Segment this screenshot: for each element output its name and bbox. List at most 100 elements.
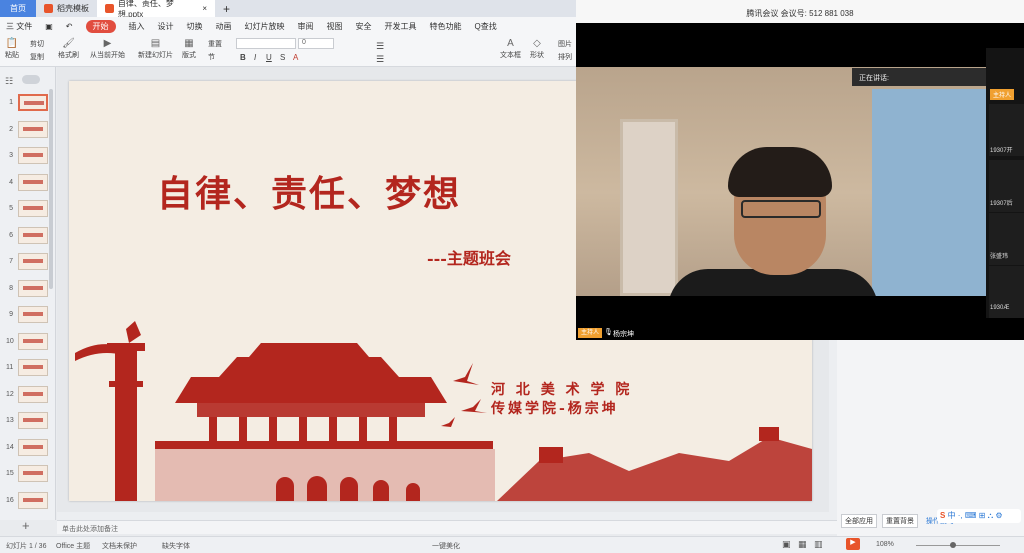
italic-button[interactable]: I [254, 53, 256, 62]
tab-home[interactable]: 首页 [0, 0, 36, 17]
slide-thumbnail[interactable]: 9 [6, 306, 48, 323]
meeting-title-bar: 腾讯会议 会议号: 512 881 038 [576, 0, 1024, 23]
add-slide-button[interactable]: + [22, 518, 30, 533]
menu-file[interactable]: 三 文件 [6, 21, 32, 32]
normal-view-icon[interactable]: ▣ [782, 539, 791, 550]
slide-thumbnail[interactable]: 1 [6, 94, 48, 111]
menu-special[interactable]: 特色功能 [430, 21, 462, 32]
reading-view-icon[interactable]: ▥ [814, 539, 823, 550]
slide-thumbnail-image [18, 332, 48, 350]
menu-design[interactable]: 设计 [158, 21, 174, 32]
menu-search[interactable]: Q查找 [475, 21, 497, 32]
arrange-button[interactable]: 排列 [558, 52, 572, 62]
underline-button[interactable]: U [266, 53, 272, 62]
align-left-icon[interactable]: ☰ [376, 54, 384, 65]
zoom-slider-thumb[interactable] [950, 542, 956, 548]
play-from-current-button[interactable]: ▶ 从当前开始 [90, 38, 125, 60]
section-button[interactable]: 节 [208, 52, 215, 62]
slideshow-play-button[interactable]: ▶ [846, 538, 860, 550]
reset-button[interactable]: 重置 [208, 39, 222, 49]
layout-button[interactable]: ▦ 版式 [182, 38, 196, 60]
slide-thumbnail-image [18, 385, 48, 403]
slide-thumbnail[interactable]: 5 [6, 200, 48, 217]
menu-slideshow[interactable]: 幻灯片放映 [245, 21, 285, 32]
menu-security[interactable]: 安全 [356, 21, 372, 32]
strike-button[interactable]: S [280, 53, 285, 62]
menu-transition[interactable]: 切换 [187, 21, 203, 32]
slide-count: 幻灯片 1 / 36 [6, 543, 47, 550]
menu-view[interactable]: 视图 [327, 21, 343, 32]
font-name-input[interactable] [236, 38, 296, 49]
menu-insert[interactable]: 插入 [129, 21, 145, 32]
slide-thumbnail-number: 4 [9, 178, 13, 186]
undo-icon[interactable]: ↶ [66, 22, 73, 31]
brush-icon: 🖌 [62, 38, 75, 49]
new-tab-button[interactable]: + [215, 0, 238, 17]
slide-thumbnail[interactable]: 7 [6, 253, 48, 270]
notes-area[interactable]: 单击此处添加备注 [57, 520, 837, 534]
format-painter-button[interactable]: 🖌 格式刷 [58, 38, 79, 60]
slide-thumbnail-number: 7 [9, 258, 13, 265]
slide-thumbnail[interactable]: 16 [6, 491, 48, 509]
menu-animation[interactable]: 动画 [216, 21, 232, 32]
save-icon[interactable]: ▣ [45, 22, 53, 31]
zoom-slider[interactable] [916, 545, 1000, 546]
slide-thumbnail[interactable]: 11 [6, 359, 48, 376]
textbox-button[interactable]: A 文本框 [500, 38, 521, 60]
close-tab-icon[interactable]: × [202, 4, 207, 13]
ppt-file-icon [105, 4, 114, 13]
slide-thumbnail[interactable]: 4 [6, 173, 48, 191]
thumbnail-view-toggle[interactable] [22, 75, 40, 84]
paste-button[interactable]: 📋 粘贴 [5, 38, 19, 60]
bold-button[interactable]: B [240, 53, 246, 62]
slide-thumbnail-image [18, 306, 48, 323]
outline-icon[interactable]: ☷ [5, 76, 13, 87]
menu-devtools[interactable]: 开发工具 [385, 21, 417, 32]
slide-thumbnail[interactable]: 2 [6, 120, 48, 138]
menu-start[interactable]: 开始 [85, 19, 116, 33]
ime-toolbar[interactable]: S 中 ·, ⌨ ⊞ ⛬ ⚙ [937, 509, 1021, 523]
slide-thumbnail-image [18, 253, 48, 270]
layout-icon: ▦ [184, 38, 194, 49]
slide-thumbnail[interactable]: 15 [6, 465, 48, 482]
tab-document[interactable]: 自律、责任、梦想.pptx × [97, 0, 215, 19]
cut-button[interactable]: 剪切 [30, 39, 44, 49]
textbox-icon: A [507, 38, 514, 49]
slide-thumbnail[interactable]: 10 [6, 332, 48, 350]
slide-horizontal-scrollbar[interactable] [57, 512, 837, 520]
slide-thumbnail-number: 14 [6, 443, 14, 451]
copy-button[interactable]: 复制 [30, 52, 44, 62]
beautify-button[interactable]: 一键美化 [432, 541, 460, 551]
slide-thumbnail-image [18, 359, 48, 376]
new-slide-button[interactable]: ▤ 新建幻灯片 [138, 38, 173, 60]
doc-protection[interactable]: 文档未保护 [102, 541, 137, 551]
mic-icon: 🎙 [604, 329, 613, 336]
picture-button[interactable]: 图片 [558, 39, 572, 49]
slide-thumbnail-image [18, 226, 48, 244]
slide-thumbnail[interactable]: 14 [6, 438, 48, 456]
sorter-view-icon[interactable]: ▦ [798, 539, 807, 550]
font-size-input[interactable]: 0 [298, 38, 334, 49]
speaker-video[interactable] [576, 67, 986, 296]
slide-thumbnail[interactable]: 12 [6, 385, 48, 403]
reset-background-button[interactable]: 重置背景 [881, 514, 918, 528]
shape-button[interactable]: ◇ 形状 [530, 38, 544, 60]
font-color-button[interactable]: A [293, 53, 298, 62]
slide-thumbnail[interactable]: 6 [6, 226, 48, 244]
theme-name: Office 主题 [56, 543, 91, 550]
menu-review[interactable]: 审阅 [298, 21, 314, 32]
thumbnail-scrollbar[interactable] [49, 89, 53, 289]
participant-name: 19307开 [990, 148, 1013, 154]
missing-font[interactable]: 缺失字体 [162, 541, 190, 551]
slide-thumbnail[interactable]: 8 [6, 279, 48, 297]
slide-thumbnail-number: 13 [6, 417, 14, 424]
status-bar: 幻灯片 1 / 36 Office 主题 文档未保护 缺失字体 一键美化 ▣ ▦… [0, 536, 1024, 553]
bullets-icon[interactable]: ☰ [376, 41, 384, 52]
slide-thumbnail[interactable]: 13 [6, 412, 48, 429]
participant-name: 张盛玮 [990, 254, 1009, 260]
design-side-pane: 全部应用 重置背景 操作技巧 [837, 339, 1024, 536]
slide-thumbnail-image [18, 491, 48, 509]
apply-all-button[interactable]: 全部应用 [841, 514, 877, 528]
slide-thumbnail[interactable]: 3 [6, 147, 48, 164]
tab-template[interactable]: 稻壳模板 [36, 0, 97, 17]
